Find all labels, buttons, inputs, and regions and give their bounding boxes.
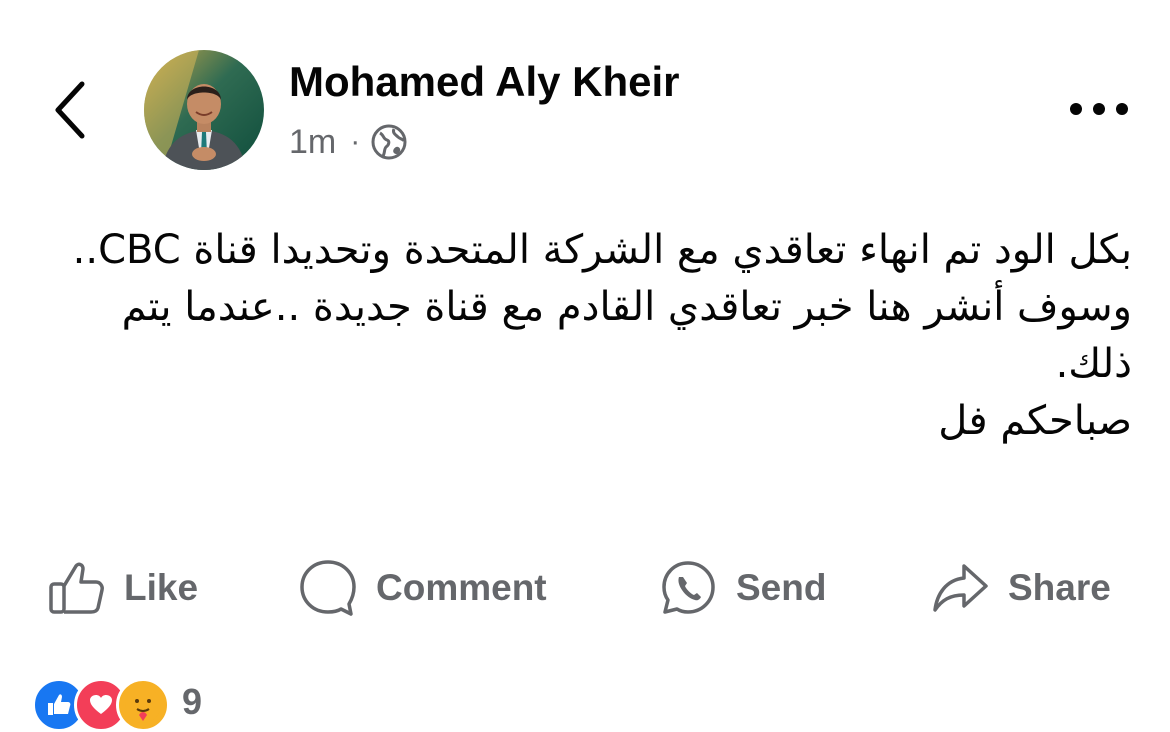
post-time[interactable]: 1m [289,123,336,162]
chevron-left-icon [55,81,85,139]
comment-button[interactable]: Comment [298,552,547,624]
like-label: Like [124,567,199,608]
meta-separator: · [350,125,361,158]
comment-bubble-icon [298,558,358,618]
post-meta: 1m · [289,120,408,164]
send-label: Send [736,567,827,608]
send-button[interactable]: Send [658,552,826,624]
reaction-count: 9 [182,681,203,722]
globe-icon[interactable] [370,123,408,161]
author-name[interactable]: Mohamed Aly Kheir [289,58,680,106]
post-text: بكل الود تم انهاء تعاقدي مع الشركة المتح… [42,222,1132,450]
back-button[interactable] [40,72,100,148]
post-text-line: بكل الود تم انهاء تعاقدي مع الشركة المتح… [72,227,1132,273]
share-label: Share [1008,567,1111,608]
reactions-summary[interactable]: 9 [32,678,203,732]
whatsapp-icon [658,558,718,618]
more-dots-icon [1070,103,1128,115]
more-options-button[interactable] [1060,86,1138,132]
share-arrow-icon [930,558,990,618]
comment-label: Comment [376,567,547,608]
thumbs-up-icon [46,558,106,618]
care-reaction-icon [116,678,170,732]
profile-photo [144,50,264,170]
post-text-line: وسوف أنشر هنا خبر تعاقدي القادم مع قناة … [121,284,1132,387]
post-text-line: صباحكم فل [938,398,1132,444]
avatar[interactable] [144,50,264,170]
share-button[interactable]: Share [930,552,1111,624]
like-button[interactable]: Like [46,552,198,624]
action-bar: Like Comment Send Share [0,552,1170,624]
